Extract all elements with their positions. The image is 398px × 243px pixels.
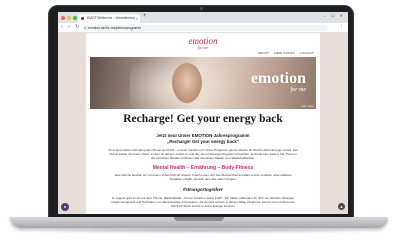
paragraph-2: Jede Woche stecken wir mit einem Video-K… bbox=[114, 173, 292, 181]
maximize-window-dot[interactable] bbox=[73, 16, 77, 20]
photo-credit: Foto: Getty bbox=[301, 105, 314, 108]
browser-tab-bar: EMOTIONfor.me - Jahresthema × + – ☐ ✕ bbox=[58, 12, 348, 23]
site-nav: ABOUT MEIN KONTO LOGOUT bbox=[254, 51, 314, 55]
nav-link-account[interactable]: MEIN KONTO bbox=[274, 51, 295, 55]
scroll-icon[interactable]: ▲ bbox=[338, 203, 345, 210]
hero-face bbox=[172, 63, 202, 103]
nav-buttons[interactable]: ‹ › ↻ bbox=[61, 24, 81, 30]
site-logo-sub: for me bbox=[197, 45, 209, 50]
window-controls[interactable]: – ☐ ✕ bbox=[324, 13, 345, 18]
page-content: emotion for me ABOUT MEIN KONTO LOGOUT e… bbox=[86, 33, 320, 214]
address-bar[interactable]: ● emotion.de/for-me/jahresprogramm bbox=[82, 25, 328, 31]
browser-tab[interactable]: EMOTIONfor.me - Jahresthema × bbox=[78, 14, 140, 23]
page-title: Recharge! Get your energy back bbox=[123, 113, 283, 125]
new-tab-button[interactable]: + bbox=[143, 13, 147, 19]
hashtag: #strongertogether bbox=[182, 187, 224, 193]
laptop-notch bbox=[174, 217, 224, 221]
laptop-screen: EMOTIONfor.me - Jahresthema × + – ☐ ✕ ‹ … bbox=[58, 12, 348, 214]
minimize-window-dot[interactable] bbox=[67, 16, 71, 20]
tab-close-icon[interactable]: × bbox=[136, 14, 138, 23]
intro-line-1: Jetzt neu! Unser EMOTION-Jahresprogramm bbox=[156, 133, 250, 138]
hero-title: emotion bbox=[250, 70, 306, 87]
browser-menu-icon[interactable]: ⋮ bbox=[339, 24, 344, 30]
paragraph-1: Ab August starten sich fast jeden Monat … bbox=[108, 148, 298, 160]
browser-toolbar: ‹ › ↻ ● emotion.de/for-me/jahresprogramm… bbox=[58, 23, 348, 33]
tab-title: EMOTIONfor.me - Jahresthema bbox=[87, 16, 135, 20]
laptop-mockup: EMOTIONfor.me - Jahresthema × + – ☐ ✕ ‹ … bbox=[0, 0, 398, 243]
lock-icon: ● bbox=[84, 26, 87, 30]
hero-subtitle: for me bbox=[290, 87, 307, 93]
web-page: emotion for me ABOUT MEIN KONTO LOGOUT e… bbox=[58, 33, 348, 214]
close-window-dot[interactable] bbox=[61, 16, 65, 20]
laptop-shadow bbox=[20, 228, 378, 234]
intro-line-2: „Recharge! Get your energy back“ bbox=[167, 139, 239, 144]
nav-link-logout[interactable]: LOGOUT bbox=[300, 51, 314, 55]
camera-dot bbox=[200, 7, 203, 10]
address-text: emotion.de/for-me/jahresprogramm bbox=[88, 26, 142, 30]
hero-image: emotion for me Foto: Getty bbox=[90, 57, 316, 109]
paragraph-3: Im August geht es los mit dem Thema „REC… bbox=[111, 196, 295, 208]
chat-icon[interactable]: ● bbox=[61, 203, 69, 211]
section-heading: Mental Health – Ernährung – Body-Fitness bbox=[152, 165, 254, 171]
nav-link-about[interactable]: ABOUT bbox=[258, 51, 269, 55]
favicon-icon bbox=[81, 17, 84, 20]
